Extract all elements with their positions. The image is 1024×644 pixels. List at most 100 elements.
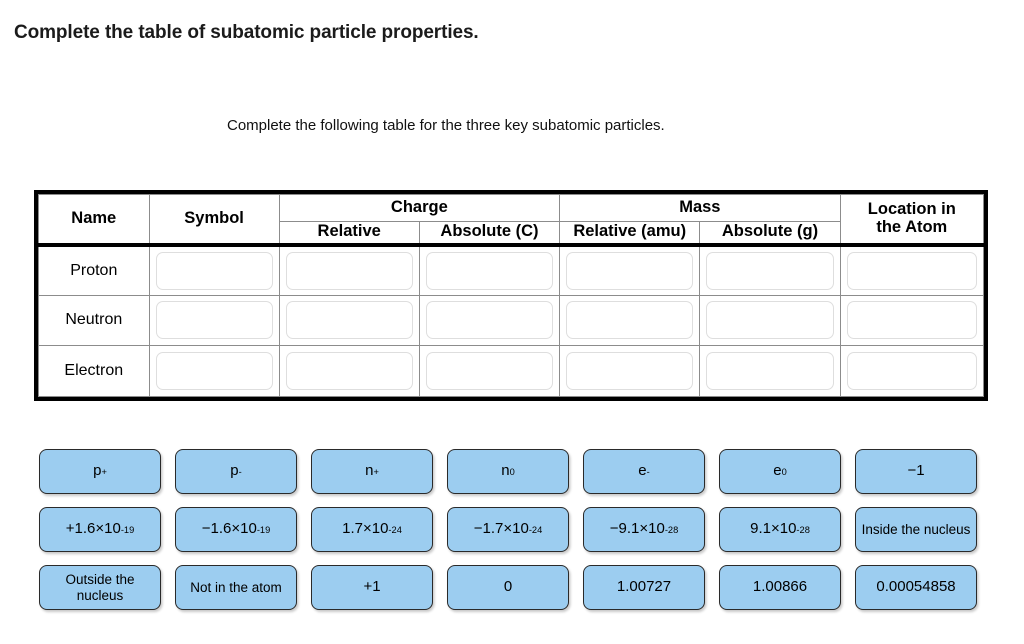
table-row: Proton — [38, 244, 985, 296]
answer-tile[interactable]: −1.7×10 -24 — [447, 507, 569, 552]
dropzone[interactable] — [155, 352, 273, 391]
answer-tile-label: −1.6×10 — [201, 520, 257, 538]
dropzone-cell-neutron-mass-relative[interactable] — [559, 294, 701, 347]
answer-tile[interactable]: −9.1×10 -28 — [583, 507, 705, 552]
dropzone[interactable] — [846, 352, 977, 391]
answer-tile-row: p + p - n + n 0 e - e 0 −1 — [39, 449, 977, 494]
answer-tile-label: n — [365, 462, 374, 480]
answer-tile-label: 1.00727 — [616, 578, 672, 596]
page-title: Complete the table of subatomic particle… — [14, 22, 479, 43]
answer-tile[interactable]: p + — [39, 449, 161, 494]
answer-tile[interactable]: Outside the nucleus — [39, 565, 161, 610]
answer-tile-label: −1 — [907, 462, 925, 480]
row-label-neutron: Neutron — [38, 294, 150, 347]
dropzone[interactable] — [425, 301, 554, 340]
column-header-name: Name — [38, 194, 150, 247]
dropzone-cell-electron-mass-relative[interactable] — [559, 345, 701, 397]
answer-tile-label: 0.00054858 — [876, 578, 956, 596]
column-header-location: Location in the Atom — [839, 194, 985, 247]
answer-tile[interactable]: n + — [311, 449, 433, 494]
dropzone-cell-electron-mass-absolute[interactable] — [699, 345, 841, 397]
dropzone-cell-electron-charge-absolute[interactable] — [418, 345, 561, 397]
answer-tile[interactable]: p- — [175, 449, 297, 494]
instruction-text: Complete the following table for the thr… — [227, 117, 665, 134]
particle-properties-table: Name Symbol Charge Mass Location in the … — [34, 190, 988, 401]
dropzone[interactable] — [155, 251, 273, 290]
answer-tile-label: Inside the nucleus — [861, 521, 971, 537]
dropzone[interactable] — [846, 251, 977, 290]
dropzone-cell-proton-mass-absolute[interactable] — [699, 244, 841, 296]
answer-tile[interactable]: Inside the nucleus — [855, 507, 977, 552]
dropzone-cell-neutron-symbol[interactable] — [148, 294, 280, 347]
dropzone[interactable] — [706, 251, 834, 290]
dropzone-cell-electron-charge-relative[interactable] — [278, 345, 420, 397]
dropzone[interactable] — [706, 301, 834, 340]
answer-tile-label: +1 — [363, 578, 381, 596]
answer-tile[interactable]: +1.6×10 -19 — [39, 507, 161, 552]
dropzone[interactable] — [285, 352, 413, 391]
dropzone-cell-neutron-mass-absolute[interactable] — [699, 294, 841, 347]
answer-tile-label: Outside the nucleus — [65, 572, 135, 603]
answer-tile[interactable]: 0 — [447, 565, 569, 610]
answer-tile-label: 1.7×10 — [342, 520, 389, 538]
answer-tile[interactable]: 0.00054858 — [855, 565, 977, 610]
answer-tile[interactable]: n0 — [447, 449, 569, 494]
answer-tile[interactable]: 1.7×10 -24 — [311, 507, 433, 552]
answer-tile-label: n — [501, 462, 510, 480]
column-header-charge-relative: Relative — [278, 221, 420, 247]
answer-tile-label: Not in the atom — [190, 579, 282, 595]
answer-tile-label: p — [230, 462, 239, 480]
answer-tile[interactable]: +1 — [311, 565, 433, 610]
column-header-charge-absolute: Absolute (C) — [418, 221, 561, 247]
dropzone[interactable] — [566, 301, 694, 340]
answer-tile[interactable]: Not in the atom — [175, 565, 297, 610]
answer-tile-label: +1.6×10 — [65, 520, 121, 538]
dropzone[interactable] — [155, 301, 273, 340]
answer-tile[interactable]: −1.6×10 -19 — [175, 507, 297, 552]
answer-tile[interactable]: 1.00866 — [719, 565, 841, 610]
answer-tile-row: Outside the nucleus Not in the atom +1 0 1.0… — [39, 565, 977, 610]
row-label-proton: Proton — [38, 244, 150, 296]
answer-tile-label: e — [773, 462, 782, 480]
answer-tile-label: e — [638, 462, 647, 480]
dropzone-cell-proton-charge-relative[interactable] — [278, 244, 420, 296]
column-header-mass-group: Mass — [559, 194, 841, 222]
column-header-charge-group: Charge — [278, 194, 561, 222]
dropzone[interactable] — [566, 251, 694, 290]
dropzone[interactable] — [425, 352, 554, 391]
dropzone-cell-proton-mass-relative[interactable] — [559, 244, 701, 296]
answer-tile-label: 0 — [503, 578, 513, 596]
answer-tile-label: 9.1×10 — [750, 520, 797, 538]
dropzone[interactable] — [285, 251, 413, 290]
column-header-symbol: Symbol — [148, 194, 280, 247]
dropzone-cell-proton-symbol[interactable] — [148, 244, 280, 296]
dropzone-cell-proton-location[interactable] — [839, 244, 985, 296]
dropzone[interactable] — [706, 352, 834, 391]
dropzone-cell-proton-charge-absolute[interactable] — [418, 244, 561, 296]
answer-tile-label: 1.00866 — [752, 578, 808, 596]
column-header-mass-absolute: Absolute (g) — [699, 221, 841, 247]
column-header-mass-relative: Relative (amu) — [559, 221, 701, 247]
location-header-line1: Location in — [867, 199, 956, 218]
dropzone[interactable] — [425, 251, 554, 290]
dropzone-cell-neutron-charge-absolute[interactable] — [418, 294, 561, 347]
dropzone-cell-electron-location[interactable] — [839, 345, 985, 397]
table-row: Electron — [38, 345, 985, 397]
answer-tile[interactable]: −1 — [855, 449, 977, 494]
answer-tile[interactable]: e0 — [719, 449, 841, 494]
answer-tile[interactable]: 1.00727 — [583, 565, 705, 610]
row-label-electron: Electron — [38, 345, 150, 397]
dropzone-cell-neutron-charge-relative[interactable] — [278, 294, 420, 347]
answer-tile[interactable]: 9.1×10 -28 — [719, 507, 841, 552]
answer-tile-label: p — [93, 462, 102, 480]
dropzone-cell-electron-symbol[interactable] — [148, 345, 280, 397]
dropzone[interactable] — [285, 301, 413, 340]
dropzone[interactable] — [846, 301, 977, 340]
dropzone[interactable] — [566, 352, 694, 391]
table-row: Neutron — [38, 294, 985, 347]
answer-tile[interactable]: e- — [583, 449, 705, 494]
dropzone-cell-neutron-location[interactable] — [839, 294, 985, 347]
answer-tile-row: +1.6×10 -19 −1.6×10 -19 1.7×10 -24 −1.7×10 -24−… — [39, 507, 977, 552]
location-header-line2: the Atom — [876, 217, 948, 236]
table-body: Proton Neutron Electron — [38, 244, 985, 397]
